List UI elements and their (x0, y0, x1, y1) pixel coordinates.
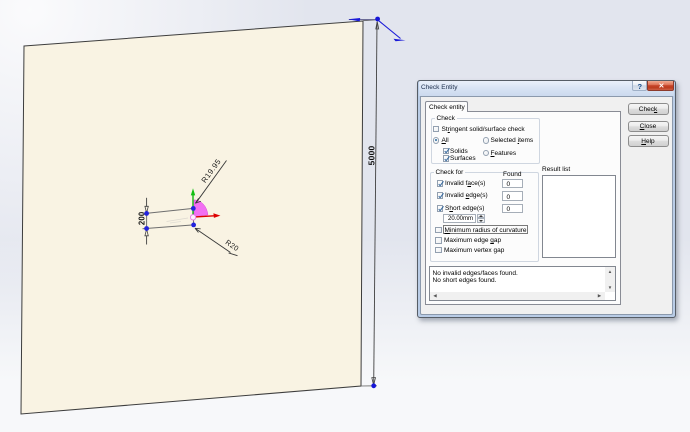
svg-text:5000: 5000 (367, 145, 377, 165)
